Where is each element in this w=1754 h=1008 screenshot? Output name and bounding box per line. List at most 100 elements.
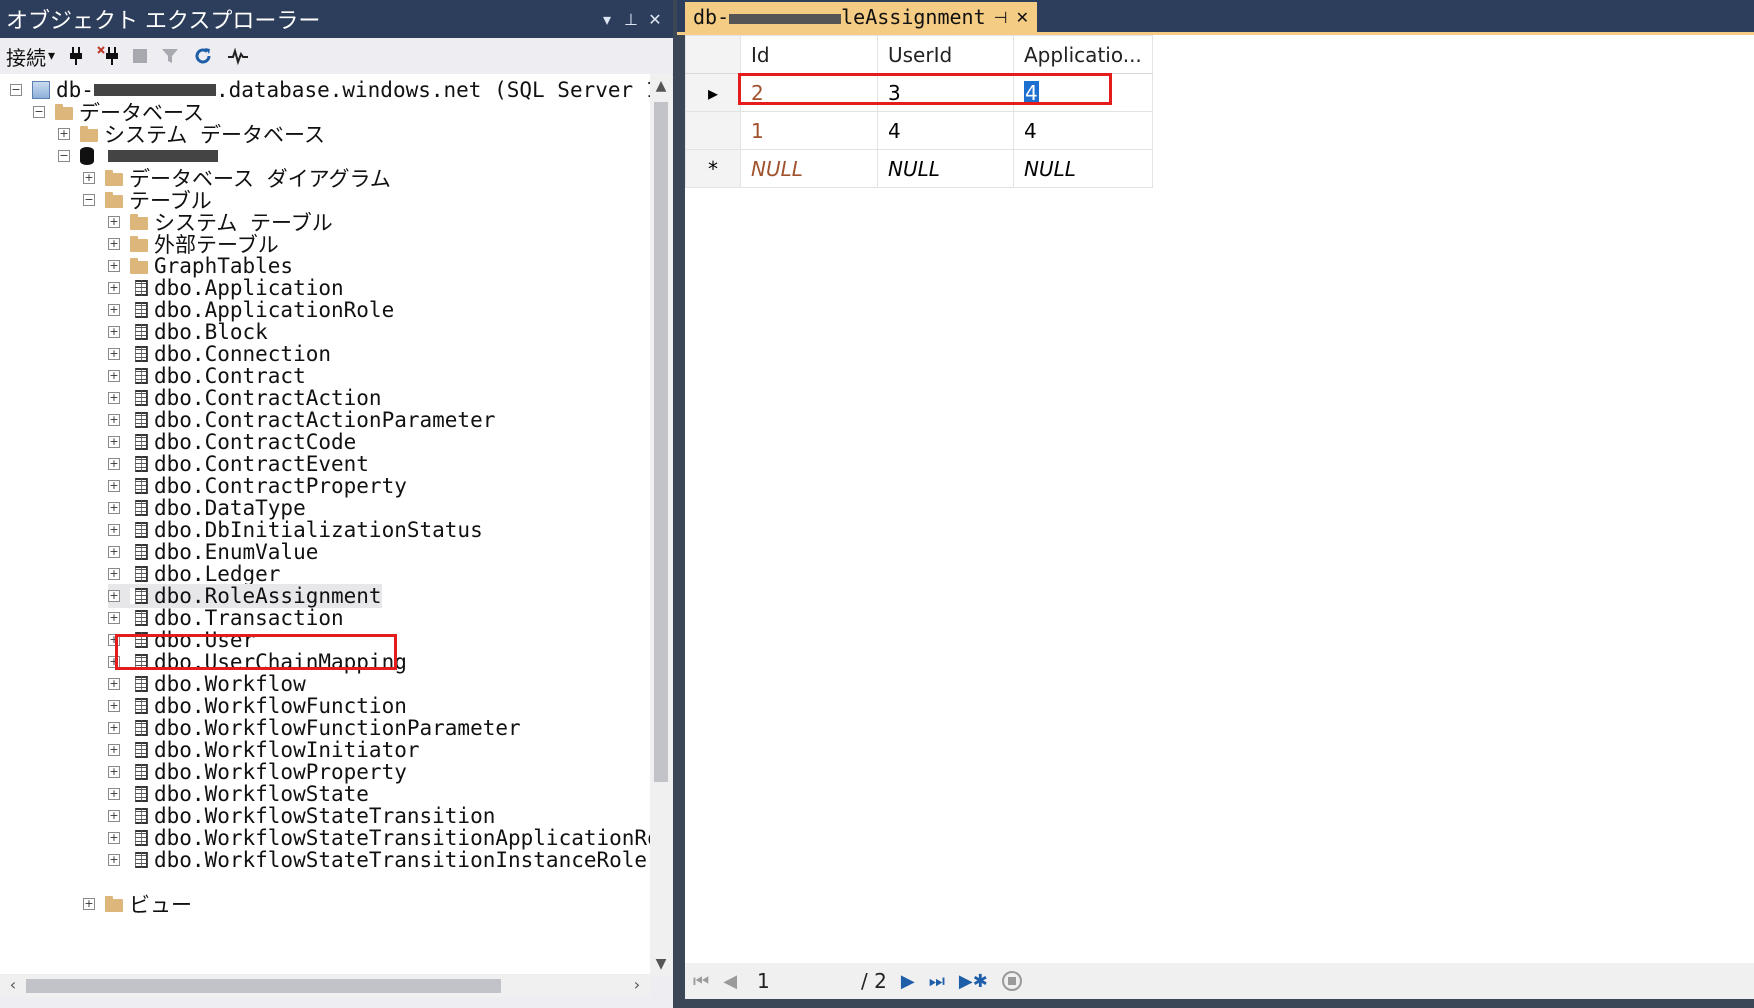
tree-node-table[interactable]: + dbo.WorkflowStateTransitionInstanceRole <box>108 848 647 872</box>
scroll-up-arrow-icon[interactable]: ▲ <box>650 78 672 94</box>
expand-icon[interactable]: + <box>108 392 120 404</box>
tree-node-table[interactable]: + dbo.WorkflowState <box>108 782 369 806</box>
next-record-icon[interactable]: ▶ <box>901 971 915 992</box>
cell-userid[interactable]: 4 <box>877 111 1014 150</box>
current-page-input[interactable]: 1 <box>751 969 847 993</box>
tree-node-table[interactable]: + dbo.ContractActionParameter <box>108 408 495 432</box>
connect-plug-icon[interactable] <box>69 46 83 66</box>
expand-icon[interactable]: + <box>108 458 120 470</box>
tree-node-table[interactable]: + dbo.WorkflowStateTransition <box>108 804 495 828</box>
expand-icon[interactable]: + <box>108 810 120 822</box>
expand-icon[interactable]: + <box>108 480 120 492</box>
tree-node-table[interactable]: + dbo.WorkflowFunction <box>108 694 407 718</box>
scroll-down-arrow-icon[interactable]: ▼ <box>650 956 672 972</box>
collapse-icon[interactable]: − <box>83 194 95 206</box>
expand-icon[interactable]: + <box>108 326 120 338</box>
expand-icon[interactable]: + <box>108 304 120 316</box>
tree-node-graph-tables[interactable]: + GraphTables <box>108 254 293 278</box>
tree-node-table[interactable]: + dbo.ContractProperty <box>108 474 407 498</box>
expand-icon[interactable]: + <box>108 766 120 778</box>
connect-button[interactable]: 接続 ▾ <box>6 42 55 71</box>
expand-icon[interactable]: + <box>108 370 120 382</box>
tree-node-table[interactable]: + dbo.EnumValue <box>108 540 318 564</box>
new-row-marker-icon[interactable]: * <box>685 149 741 188</box>
scrollbar-thumb[interactable] <box>26 979 501 993</box>
expand-icon[interactable]: + <box>108 722 120 734</box>
tree-node-external-tables[interactable]: + 外部テーブル <box>108 232 279 257</box>
table-row[interactable]: 1 4 4 <box>685 111 1153 150</box>
vertical-scrollbar[interactable]: ▲ ▼ <box>650 74 672 976</box>
tree-node-table[interactable]: + dbo.Contract <box>108 364 306 388</box>
tree-node-table[interactable]: + dbo.WorkflowStateTransitionApplicationR… <box>108 826 650 850</box>
activity-monitor-icon[interactable] <box>227 47 249 65</box>
tree-node-table[interactable]: + dbo.WorkflowFunctionParameter <box>108 716 521 740</box>
expand-icon[interactable]: + <box>108 436 120 448</box>
collapse-icon[interactable]: − <box>10 84 22 96</box>
pin-icon[interactable]: ⊥ <box>619 10 643 29</box>
tree-node-table[interactable]: + dbo.WorkflowProperty <box>108 760 407 784</box>
horizontal-scrollbar[interactable]: ‹ › <box>0 975 650 997</box>
tree-node-table[interactable]: + dbo.Workflow <box>108 672 306 696</box>
cell-application[interactable]: NULL <box>1013 149 1153 188</box>
expand-icon[interactable]: + <box>108 524 120 536</box>
collapse-icon[interactable]: − <box>33 106 45 118</box>
expand-icon[interactable]: + <box>108 678 120 690</box>
expand-icon[interactable]: + <box>108 744 120 756</box>
collapse-icon[interactable]: − <box>58 150 70 162</box>
scrollbar-thumb[interactable] <box>654 102 668 782</box>
previous-record-icon[interactable]: ◀ <box>723 971 737 992</box>
row-header[interactable] <box>685 111 741 150</box>
disconnect-plug-icon[interactable] <box>97 46 119 66</box>
expand-icon[interactable]: + <box>108 238 120 250</box>
cell-id[interactable]: NULL <box>740 149 878 188</box>
tab-roleassignment[interactable]: db-leAssignment ⊣ ✕ <box>685 2 1037 32</box>
pin-icon[interactable]: ⊣ <box>994 8 1008 27</box>
tree-node-views[interactable]: + ビュー <box>83 892 192 917</box>
cell-userid[interactable]: NULL <box>877 149 1014 188</box>
close-icon[interactable]: ✕ <box>1016 8 1029 27</box>
expand-icon[interactable]: + <box>108 700 120 712</box>
expand-icon[interactable]: + <box>108 854 120 866</box>
expand-icon[interactable]: + <box>108 282 120 294</box>
tree-node-table[interactable]: + dbo.Connection <box>108 342 331 366</box>
column-header-id[interactable]: Id <box>740 35 878 74</box>
expand-icon[interactable]: + <box>58 128 70 140</box>
column-header-userid[interactable]: UserId <box>877 35 1014 74</box>
tree-node-system-databases[interactable]: + システム データベース <box>58 122 325 147</box>
scroll-left-arrow-icon[interactable]: ‹ <box>2 975 24 994</box>
column-header-application[interactable]: Applicatio... <box>1013 35 1153 74</box>
expand-icon[interactable]: + <box>108 502 120 514</box>
expand-icon[interactable]: + <box>108 348 120 360</box>
expand-icon[interactable]: + <box>108 414 120 426</box>
last-record-icon[interactable]: ⏭ <box>929 971 945 992</box>
tree-node-table[interactable]: + dbo.ContractAction <box>108 386 382 410</box>
expand-icon[interactable]: + <box>108 546 120 558</box>
expand-icon[interactable]: + <box>108 260 120 272</box>
expand-icon[interactable]: + <box>108 216 120 228</box>
first-record-icon[interactable]: ⏮ <box>693 971 709 992</box>
tree-node-table[interactable]: + dbo.DbInitializationStatus <box>108 518 483 542</box>
tree-node-table[interactable]: + dbo.Application <box>108 276 344 300</box>
new-record-icon[interactable]: ▶✱ <box>959 971 988 992</box>
tree-node-table[interactable]: + dbo.Ledger <box>108 562 280 586</box>
tree-node-table[interactable]: + dbo.ContractEvent <box>108 452 369 476</box>
close-icon[interactable]: ✕ <box>643 10 667 29</box>
expand-icon[interactable]: + <box>108 568 120 580</box>
current-row-marker-icon[interactable]: ▸ <box>685 73 741 112</box>
tree-node-table[interactable]: + dbo.ApplicationRole <box>108 298 394 322</box>
refresh-icon[interactable] <box>193 46 213 66</box>
expand-icon[interactable]: + <box>83 172 95 184</box>
stop-icon[interactable] <box>1001 971 1022 991</box>
expand-icon[interactable]: + <box>108 612 120 624</box>
expand-icon[interactable]: + <box>83 898 95 910</box>
cell-id[interactable]: 1 <box>740 111 878 150</box>
expand-icon[interactable]: + <box>108 832 120 844</box>
tree-node-table[interactable]: + dbo.RoleAssignment <box>108 584 382 608</box>
tree-node-table[interactable]: + dbo.ContractCode <box>108 430 356 454</box>
scroll-right-arrow-icon[interactable]: › <box>626 975 648 994</box>
table-row-new[interactable]: * NULL NULL NULL <box>685 149 1153 188</box>
tree-node-table[interactable]: + dbo.Block <box>108 320 268 344</box>
tree-node-table[interactable]: + dbo.Transaction <box>108 606 344 630</box>
cell-application[interactable]: 4 <box>1013 111 1153 150</box>
window-position-menu-icon[interactable]: ▾ <box>595 10 619 29</box>
